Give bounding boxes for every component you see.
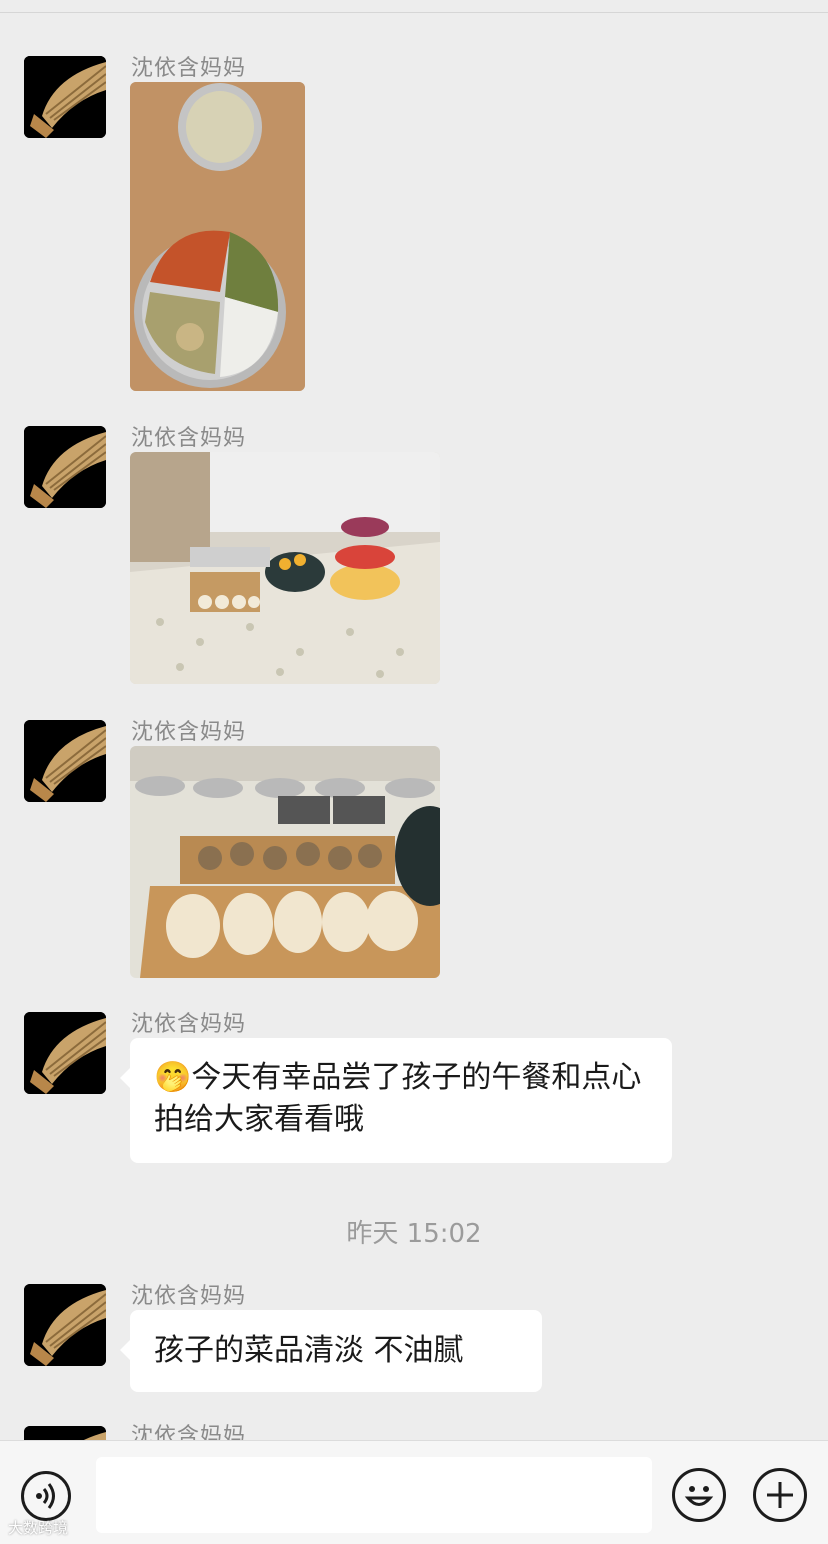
sender-name: 沈依含妈妈 (131, 1284, 247, 1309)
fan-avatar-icon (24, 426, 106, 508)
emoji-icon (684, 1486, 714, 1506)
hand-over-mouth-emoji-icon: 🤭 (154, 1060, 192, 1095)
fan-avatar-icon (24, 1284, 106, 1366)
fan-avatar-icon (24, 1426, 106, 1440)
plus-icon (767, 1482, 793, 1508)
buns-dumplings-photo[interactable] (130, 746, 440, 978)
message-bubble[interactable]: 🤭今天有幸品尝了孩子的午餐和点心 拍给大家看看哦 (120, 1038, 672, 1163)
sender-name: 沈依含妈妈 (131, 1012, 247, 1037)
snack-table-photo[interactable] (130, 452, 440, 684)
avatar[interactable] (24, 1012, 106, 1094)
timestamp: 昨天 15:02 (346, 1219, 482, 1249)
voice-button[interactable] (21, 1471, 71, 1521)
sender-name: 沈依含妈妈 (131, 720, 247, 745)
voice-icon (36, 1483, 55, 1509)
fan-avatar-icon (24, 56, 106, 138)
avatar[interactable] (24, 720, 106, 802)
avatar[interactable] (24, 1284, 106, 1366)
fan-avatar-icon (24, 720, 106, 802)
lunch-tray-photo[interactable] (130, 82, 305, 391)
sender-name: 沈依含妈妈 (131, 56, 247, 81)
more-button[interactable] (753, 1468, 807, 1522)
emoji-button[interactable] (672, 1468, 726, 1522)
message-bubble[interactable]: 孩子的菜品清淡 不油腻 (120, 1310, 542, 1392)
fan-avatar-icon (24, 1012, 106, 1094)
avatar[interactable] (24, 56, 106, 138)
sender-name: 沈依含妈妈 (131, 1424, 247, 1440)
watermark: 大数跨境 (8, 1519, 69, 1537)
message-text: 今天有幸品尝了孩子的午餐和点心 拍给大家看看哦 (154, 1060, 642, 1137)
avatar[interactable] (24, 1426, 106, 1440)
avatar[interactable] (24, 426, 106, 508)
chat-area[interactable]: 沈依含妈妈 沈依含妈妈 沈依含妈妈 沈依含妈妈 🤭今天有幸品尝了孩子的午餐和点心… (0, 0, 828, 1440)
input-bar (0, 1440, 828, 1544)
message-text: 孩子的菜品清淡 不油腻 (154, 1333, 464, 1368)
sender-name: 沈依含妈妈 (131, 426, 247, 451)
message-input[interactable] (96, 1457, 652, 1533)
